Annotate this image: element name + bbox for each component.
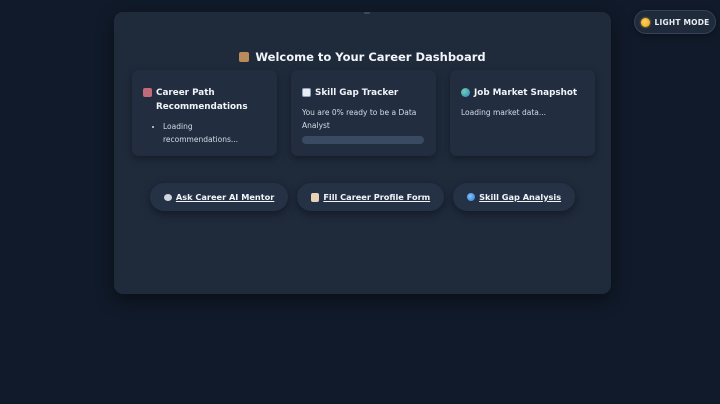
trophy-icon bbox=[239, 52, 250, 62]
ask-career-ai-mentor-button[interactable]: Ask Career AI Mentor bbox=[149, 183, 289, 211]
job-market-title: Job Market Snapshot bbox=[474, 88, 578, 98]
mentor-icon bbox=[143, 88, 152, 97]
skill-gap-card: Skill Gap Tracker You are 0% ready to be… bbox=[291, 70, 436, 156]
light-mode-toggle[interactable]: LIGHT MODE bbox=[634, 10, 716, 34]
recommendations-list: Loading recommendations... bbox=[143, 120, 266, 146]
career-dashboard-page: LIGHT MODE Welcome to Your Career Dashbo… bbox=[0, 0, 720, 404]
chat-bubble-icon bbox=[163, 193, 172, 201]
ask-mentor-label: Ask Career AI Mentor bbox=[175, 192, 275, 202]
job-market-header: Job Market Snapshot bbox=[461, 86, 584, 100]
fill-career-profile-form-button[interactable]: Fill Career Profile Form bbox=[297, 183, 445, 211]
form-icon bbox=[311, 192, 320, 202]
career-path-header: Career Path Recommendations bbox=[143, 86, 266, 114]
skill-gap-readiness-text: You are 0% ready to be a Data Analyst bbox=[302, 108, 417, 130]
career-path-title: Career Path Recommendations bbox=[156, 88, 248, 112]
job-market-status: Loading market data... bbox=[461, 108, 547, 117]
list-item: Loading recommendations... bbox=[163, 120, 266, 146]
globe-icon bbox=[461, 88, 470, 97]
dashboard-panel: Welcome to Your Career Dashboard Career … bbox=[114, 12, 611, 294]
job-market-card: Job Market Snapshot Loading market data.… bbox=[450, 70, 595, 156]
skill-gap-header: Skill Gap Tracker bbox=[302, 86, 425, 100]
skill-gap-progress-bar bbox=[302, 136, 424, 144]
skill-gap-analysis-button[interactable]: Skill Gap Analysis bbox=[453, 183, 576, 211]
dashboard-title: Welcome to Your Career Dashboard bbox=[114, 50, 611, 64]
fill-profile-label: Fill Career Profile Form bbox=[323, 192, 431, 202]
career-path-card: Career Path Recommendations Loading reco… bbox=[132, 70, 277, 156]
panel-notch bbox=[364, 12, 370, 14]
dashboard-cards: Career Path Recommendations Loading reco… bbox=[132, 70, 595, 156]
dashboard-title-text: Welcome to Your Career Dashboard bbox=[255, 50, 486, 64]
skill-gap-analysis-label: Skill Gap Analysis bbox=[479, 192, 562, 202]
chart-icon bbox=[302, 88, 311, 97]
light-mode-label: LIGHT MODE bbox=[654, 17, 710, 27]
search-icon bbox=[467, 193, 476, 201]
skill-gap-title: Skill Gap Tracker bbox=[315, 88, 399, 98]
action-buttons: Ask Career AI Mentor Fill Career Profile… bbox=[114, 183, 611, 211]
sun-icon bbox=[640, 17, 650, 27]
